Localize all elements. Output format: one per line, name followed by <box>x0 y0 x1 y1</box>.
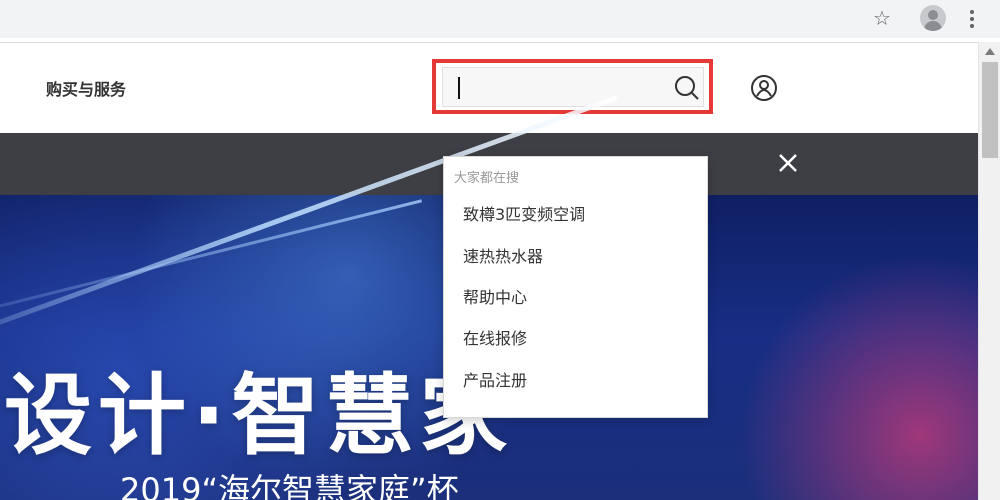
hero-title: 设计·智慧家 <box>4 364 514 467</box>
scroll-thumb[interactable] <box>982 62 998 158</box>
suggestion-item[interactable]: 在线报修 <box>463 325 527 349</box>
nav-buy-and-service[interactable]: 购买与服务 <box>46 76 126 100</box>
browser-toolbar: ☆ <box>0 0 1000 38</box>
vertical-scrollbar[interactable] <box>978 42 1000 500</box>
site-header: 购买与服务 <box>0 43 978 133</box>
search-icon[interactable] <box>672 73 700 101</box>
scroll-up-arrow-icon[interactable] <box>985 48 995 55</box>
suggestion-item[interactable]: 产品注册 <box>463 367 527 391</box>
suggestion-item[interactable]: 帮助中心 <box>463 284 527 308</box>
suggestion-item[interactable]: 速热热水器 <box>463 243 543 267</box>
light-streak <box>0 199 423 338</box>
search-input[interactable] <box>442 67 704 107</box>
suggestions-title: 大家都在搜 <box>454 171 520 186</box>
search-suggestions-dropdown: 大家都在搜 致樽3匹变频空调 速热热水器 帮助中心 在线报修 产品注册 <box>443 156 708 418</box>
avatar-icon[interactable] <box>920 5 946 31</box>
star-icon[interactable]: ☆ <box>870 6 894 30</box>
text-caret <box>458 77 460 99</box>
hero-subtitle: 2019“海尔智慧家庭”杯 <box>120 471 459 500</box>
close-icon[interactable] <box>776 151 800 175</box>
kebab-menu-icon[interactable] <box>962 8 982 30</box>
user-icon[interactable] <box>750 74 778 102</box>
web-page: 购买与服务 设计·智慧家 2019“海尔智慧家庭”杯 大家都在搜 致樽3匹变频空… <box>0 42 978 500</box>
address-bar[interactable] <box>0 2 905 35</box>
suggestion-item[interactable]: 致樽3匹变频空调 <box>463 201 585 225</box>
